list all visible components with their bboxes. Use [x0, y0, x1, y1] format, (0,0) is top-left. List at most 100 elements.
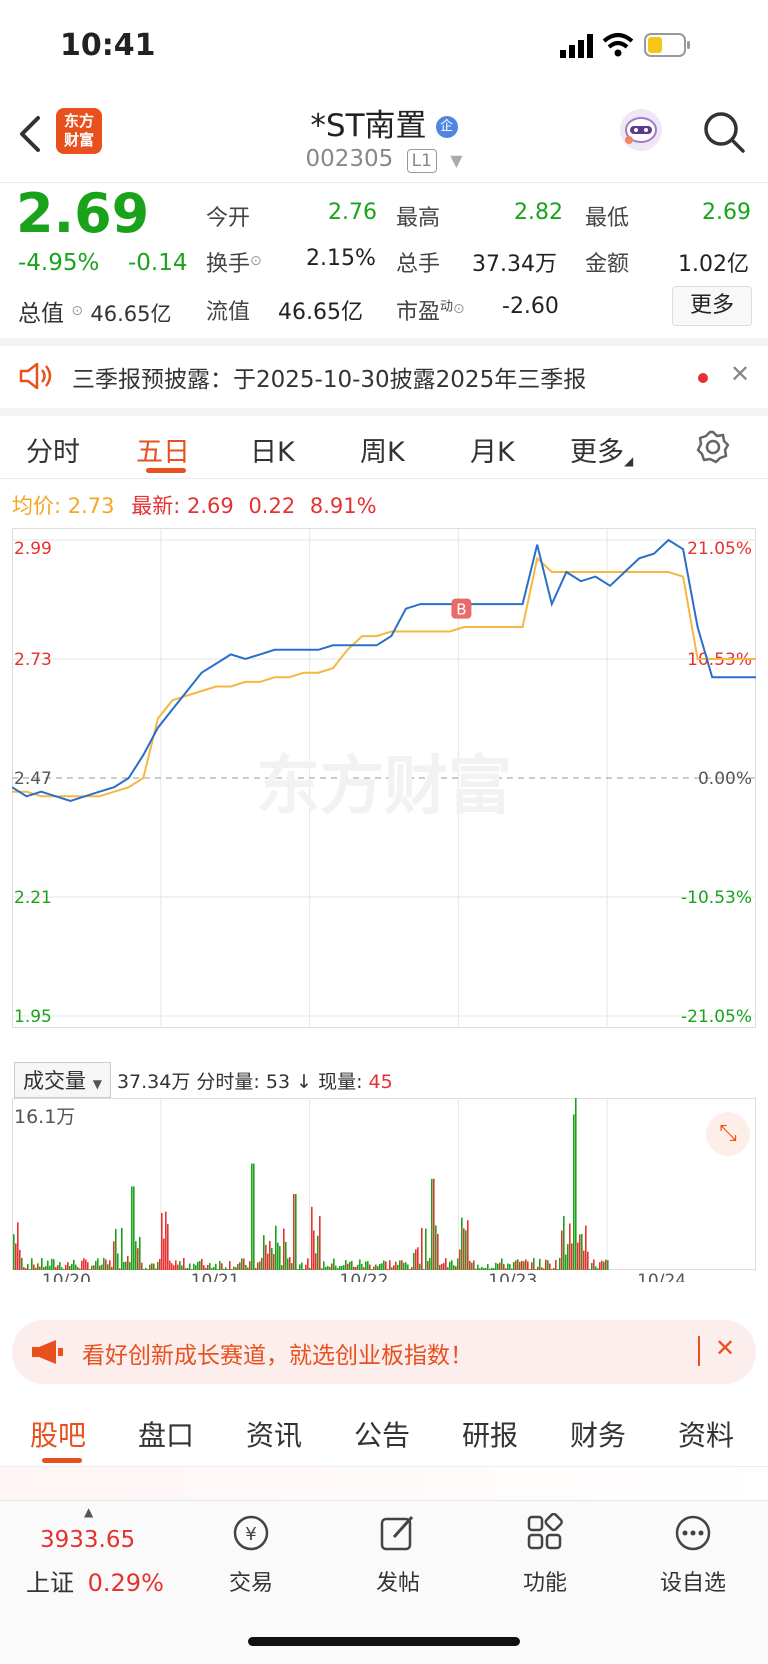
volume-bar [477, 1264, 479, 1270]
volume-total: 37.34万 [116, 1071, 191, 1093]
volume-bar [303, 1268, 305, 1270]
volume-bar [525, 1259, 527, 1270]
stock-header: 东方 财富 *ST南置 企 002305 L1 ▼ [0, 96, 768, 183]
nav-trade[interactable]: ¥ 交易 [206, 1513, 296, 1597]
nav-post[interactable]: 发帖 [353, 1513, 443, 1597]
index-value[interactable]: 3933.65 [40, 1527, 135, 1553]
notice-bar[interactable]: 三季报预披露：于2025-10-30披露2025年三季报 ✕ [0, 346, 768, 416]
latest-change: 0.22 [248, 494, 296, 518]
y-left-tick-label: 2.99 [14, 539, 52, 559]
volume-bar [91, 1265, 93, 1270]
volume-bar [35, 1267, 37, 1270]
volume-bar [479, 1268, 481, 1270]
close-icon[interactable]: ✕ [730, 360, 750, 388]
tab-finance[interactable]: 财务 [570, 1414, 626, 1454]
info-icon[interactable]: ⊙ [71, 303, 83, 319]
volume-bar [359, 1259, 361, 1270]
volume-bar [337, 1268, 339, 1270]
volume-bar [361, 1263, 363, 1270]
tab-guba[interactable]: 股吧 [30, 1414, 86, 1454]
five-day-price-chart[interactable]: 2.99 21.05%2.73 10.53%2.47 0.00%2.21 -10.53%… [12, 528, 756, 1058]
volume-bar [381, 1263, 383, 1270]
volume-bar [431, 1178, 433, 1270]
volume-bar [89, 1269, 91, 1270]
nav-functions[interactable]: 功能 [500, 1512, 590, 1597]
volume-bar [15, 1243, 17, 1270]
volume-bar [445, 1258, 447, 1270]
tab-more[interactable]: 更多◢ [570, 430, 633, 469]
tab-news[interactable]: 资讯 [246, 1414, 302, 1454]
volume-bar [483, 1267, 485, 1270]
tab-five-day[interactable]: 五日 [136, 430, 190, 469]
volume-selector[interactable]: 成交量 ▼ [14, 1062, 111, 1098]
volume-bar [453, 1265, 455, 1270]
volume-bar [577, 1242, 579, 1270]
total-value-label: 总值 [18, 301, 64, 327]
settings-gear-icon[interactable] [696, 430, 730, 464]
close-ad-icon[interactable]: ✕ [715, 1334, 735, 1362]
tab-announcements[interactable]: 公告 [354, 1414, 410, 1454]
index-row[interactable]: 上证 0.29% [26, 1563, 164, 1598]
info-icon[interactable]: ⊙ [453, 301, 465, 317]
volume-bar [307, 1258, 309, 1270]
volume-bar [553, 1268, 555, 1270]
ad-banner[interactable]: 看好创新成长赛道，就选创业板指数！ ✕ [12, 1320, 756, 1384]
tab-pankou[interactable]: 盘口 [138, 1414, 194, 1454]
volume-bar [415, 1249, 417, 1270]
volume-bar [65, 1264, 67, 1270]
volume-bar [591, 1262, 593, 1270]
volume-bar [63, 1268, 65, 1270]
volume-bar [111, 1266, 113, 1270]
volume-bar [21, 1257, 23, 1270]
volume-bar [151, 1263, 153, 1270]
volume-bar [27, 1264, 29, 1270]
volume-bar [149, 1264, 151, 1270]
volume-bar [141, 1262, 143, 1270]
latest-pct: 8.91% [309, 494, 377, 518]
change-percent: -4.95% [18, 250, 100, 276]
nav-watchlist[interactable]: 设自选 [648, 1513, 738, 1597]
volume-bar [391, 1267, 393, 1270]
robot-assistant-icon[interactable] [617, 106, 665, 154]
volume-bar [101, 1264, 103, 1270]
volume-bar [601, 1260, 603, 1270]
volume-bar [379, 1263, 381, 1270]
tab-profile[interactable]: 资料 [678, 1414, 734, 1454]
tab-monthly-k[interactable]: 月K [470, 430, 515, 469]
volume-bar [223, 1268, 225, 1270]
volume-bar [71, 1263, 73, 1270]
grid-icon [527, 1512, 563, 1550]
tab-weekly-k[interactable]: 周K [360, 430, 405, 469]
volume-bar [471, 1262, 473, 1270]
pe-label-row: 市盈动⊙ [396, 294, 465, 326]
more-button[interactable]: 更多 [672, 286, 752, 326]
volume-bar [219, 1260, 221, 1270]
volume-bar [265, 1244, 267, 1270]
tab-research[interactable]: 研报 [462, 1414, 518, 1454]
tab-daily-k[interactable]: 日K [250, 430, 295, 469]
volume-info-line: 成交量 ▼ 37.34万 分时量: 53 ↓ 现量: 45 [14, 1062, 393, 1098]
volume-bar [357, 1264, 359, 1270]
volume-chart[interactable]: 10/20 10/21 10/22 10/23 10/24 [12, 1098, 756, 1282]
volume-bar [135, 1241, 137, 1270]
volume-bar [93, 1265, 95, 1270]
volume-bar [505, 1268, 507, 1270]
volume-bar [19, 1249, 21, 1270]
tab-intraday[interactable]: 分时 [26, 430, 80, 469]
volume-bar [163, 1238, 165, 1270]
expand-icon[interactable]: ⤡ [706, 1112, 750, 1156]
ad-text: 看好创新成长赛道，就选创业板指数！ [82, 1343, 473, 1369]
volume-bar [31, 1258, 33, 1270]
volume-bar [269, 1240, 271, 1270]
info-icon[interactable]: ⊙ [250, 253, 262, 269]
volume-bar [367, 1261, 369, 1270]
amount-label: 金额 [585, 252, 630, 277]
turnover-label: 换手 [206, 252, 251, 277]
volume-bar [225, 1267, 227, 1270]
search-icon[interactable] [702, 110, 746, 154]
level-badge: L1 [406, 149, 437, 173]
volume-bar [481, 1266, 483, 1270]
chart-info-line: 均价: 2.73 最新: 2.69 0.22 8.91% [12, 490, 377, 520]
volume-bar [587, 1251, 589, 1270]
total-value: 46.65亿 [90, 302, 172, 326]
